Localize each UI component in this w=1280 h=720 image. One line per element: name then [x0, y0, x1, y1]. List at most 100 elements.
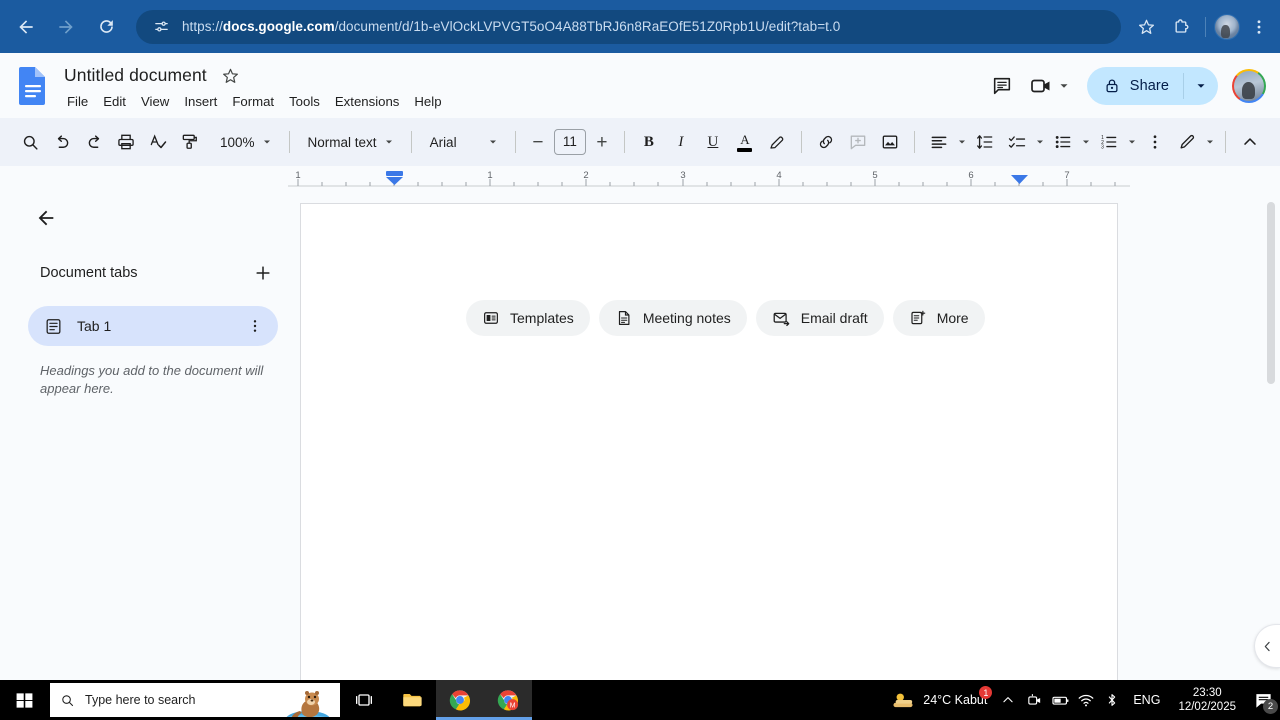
meet-button[interactable] [1029, 74, 1071, 98]
side-panel-toggle[interactable] [1254, 624, 1280, 668]
clock[interactable]: 23:30 12/02/2025 [1168, 686, 1246, 715]
chip-meeting-notes[interactable]: Meeting notes [598, 300, 747, 336]
italic-button[interactable]: I [665, 126, 697, 158]
share-button[interactable]: Share [1086, 67, 1218, 105]
ruler[interactable]: 1 1 2 3 4 5 6 7 [0, 166, 1280, 188]
task-view-button[interactable] [340, 680, 388, 720]
sidebar-item-tab-1[interactable]: Tab 1 [28, 306, 278, 346]
google-docs-logo[interactable] [16, 65, 50, 107]
chevron-down-icon [1060, 84, 1068, 88]
notification-badge: 2 [1263, 699, 1278, 714]
text-color-button[interactable]: A [729, 126, 761, 158]
avatar-image [1234, 71, 1264, 101]
taskbar-search-input[interactable]: Type here to search [50, 683, 340, 717]
menu-help[interactable]: Help [407, 91, 448, 112]
font-size-decrease[interactable]: − [524, 128, 552, 156]
style-caret[interactable] [377, 136, 401, 148]
chrome-window-2[interactable]: M [484, 680, 532, 720]
reload-button[interactable] [90, 11, 122, 43]
chip-templates[interactable]: Templates [466, 300, 590, 336]
share-main[interactable]: Share [1087, 67, 1183, 105]
extensions-button[interactable] [1167, 12, 1197, 42]
url-domain: docs.google.com [222, 19, 335, 34]
chrome-menu-button[interactable] [1244, 12, 1274, 42]
search-button[interactable] [14, 126, 46, 158]
menu-edit[interactable]: Edit [96, 91, 133, 112]
checklist-dropdown[interactable] [1033, 126, 1047, 158]
bluetooth-button[interactable] [1099, 680, 1125, 720]
sidebar-back-button[interactable] [28, 200, 64, 236]
bulleted-list-button[interactable] [1047, 126, 1079, 158]
edit-mode-button[interactable] [1171, 126, 1203, 158]
file-explorer-button[interactable] [388, 680, 436, 720]
menu-file[interactable]: File [60, 91, 95, 112]
undo-button[interactable] [46, 126, 78, 158]
chevron-down-icon [1128, 140, 1135, 144]
font-size-input[interactable]: 11 [553, 129, 586, 155]
wifi-button[interactable] [1073, 680, 1099, 720]
highlight-button[interactable] [761, 126, 793, 158]
document-page[interactable]: Templates Meeting notes Email draft More [300, 203, 1118, 680]
address-bar[interactable]: https://docs.google.com/document/d/1b-eV… [136, 9, 1121, 44]
print-button[interactable] [110, 126, 142, 158]
redo-icon [88, 134, 99, 148]
webcam-status-button[interactable] [1021, 680, 1047, 720]
toolbar-divider [800, 131, 802, 153]
bluetooth-icon [1109, 694, 1116, 706]
chip-more[interactable]: More [892, 300, 985, 336]
font-size-increase[interactable]: + [588, 128, 616, 156]
align-dropdown[interactable] [955, 126, 969, 158]
tab-options-button[interactable] [242, 313, 268, 339]
add-comment-button[interactable] [842, 126, 874, 158]
chrome-window-1[interactable] [436, 680, 484, 720]
weather-widget[interactable]: 1 24°C Kabut [884, 680, 995, 720]
menu-tools[interactable]: Tools [282, 91, 327, 112]
vertical-scrollbar[interactable] [1267, 202, 1275, 384]
edit-mode-dropdown[interactable] [1203, 126, 1217, 158]
page-area: Templates Meeting notes Email draft More [300, 188, 1280, 680]
battery-button[interactable] [1047, 680, 1073, 720]
add-tab-button[interactable] [248, 258, 278, 288]
font-family-dropdown[interactable]: Arial [420, 127, 507, 157]
star-icon [1138, 19, 1154, 34]
menu-extensions[interactable]: Extensions [328, 91, 407, 112]
comment-history-button[interactable] [983, 67, 1021, 105]
numbered-list-button[interactable]: 123 [1093, 126, 1125, 158]
line-spacing-button[interactable] [969, 126, 1001, 158]
zoom-dropdown[interactable] [255, 136, 279, 148]
menu-insert[interactable]: Insert [177, 91, 224, 112]
checklist-button[interactable] [1001, 126, 1033, 158]
collapse-toolbar-button[interactable] [1234, 126, 1266, 158]
chip-email-draft[interactable]: Email draft [755, 300, 884, 336]
bulleted-list-dropdown[interactable] [1079, 126, 1093, 158]
font-caret[interactable] [481, 136, 505, 148]
zoom-control[interactable]: 100% [210, 127, 281, 157]
share-dropdown-button[interactable] [1184, 67, 1218, 105]
spellcheck-button[interactable] [142, 126, 174, 158]
insert-link-button[interactable] [810, 126, 842, 158]
wifi-icon [1078, 694, 1094, 707]
redo-button[interactable] [78, 126, 110, 158]
numbered-list-dropdown[interactable] [1125, 126, 1139, 158]
notification-center-button[interactable]: 2 [1246, 680, 1280, 720]
bold-button[interactable]: B [633, 126, 665, 158]
paint-format-button[interactable] [174, 126, 206, 158]
align-button[interactable] [923, 126, 955, 158]
underline-button[interactable]: U [697, 126, 729, 158]
more-options-button[interactable] [1139, 126, 1171, 158]
tray-expand-button[interactable] [995, 680, 1021, 720]
bookmark-button[interactable] [1131, 12, 1161, 42]
menu-format[interactable]: Format [225, 91, 281, 112]
back-button[interactable] [10, 11, 42, 43]
insert-image-button[interactable] [874, 126, 906, 158]
site-info-button[interactable] [148, 14, 174, 40]
browser-profile-avatar[interactable] [1214, 13, 1240, 40]
document-title[interactable]: Untitled document [60, 64, 211, 87]
star-document-button[interactable] [221, 66, 240, 85]
start-button[interactable] [0, 680, 48, 720]
paragraph-style-dropdown[interactable]: Normal text [298, 127, 403, 157]
menu-view[interactable]: View [134, 91, 176, 112]
account-avatar[interactable] [1232, 69, 1266, 103]
forward-button[interactable] [50, 11, 82, 43]
language-indicator[interactable]: ENG [1125, 693, 1168, 707]
